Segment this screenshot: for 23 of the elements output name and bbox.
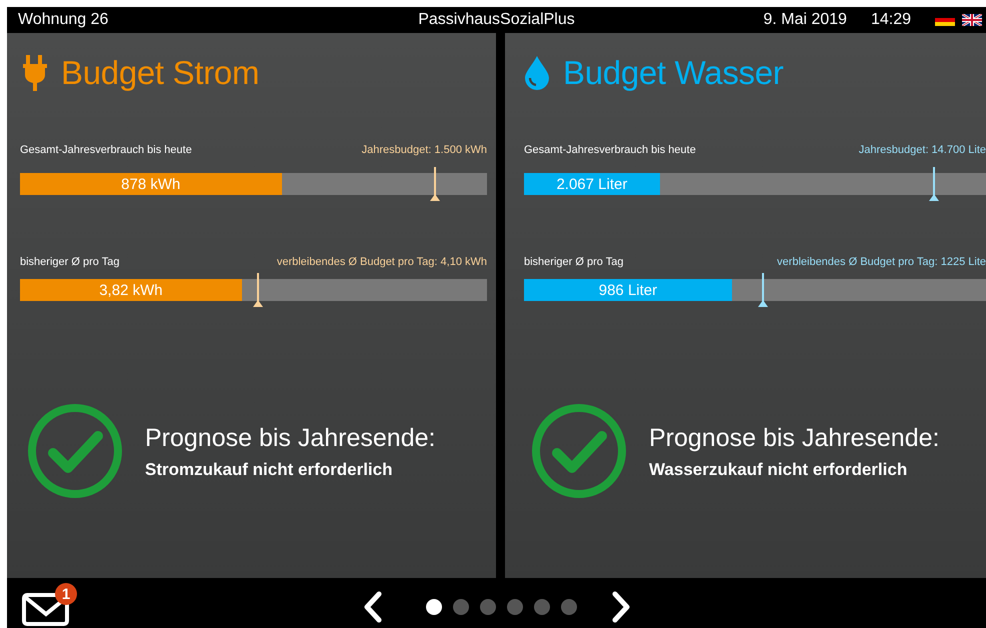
- forecast-heading: Prognose bis Jahresende:: [145, 422, 436, 452]
- meter-label: bisheriger Ø pro Tag: [20, 255, 120, 269]
- date-label: 9. Mai 2019: [763, 11, 847, 29]
- meter-value: 986 Liter: [598, 282, 658, 298]
- meter-value: 878 kWh: [121, 176, 180, 192]
- meter-label: bisheriger Ø pro Tag: [524, 255, 624, 269]
- panel-title: Budget Strom: [61, 54, 260, 92]
- meter-value: 2.067 Liter: [556, 176, 628, 192]
- budget-hint: verbleibendes Ø Budget pro Tag: 4,10 kWh: [276, 255, 487, 269]
- app-title: PassivhausSozialPlus: [418, 11, 575, 29]
- time-label: 14:29: [870, 11, 911, 29]
- forecast-result: Wasserzukauf nicht erforderlich: [649, 460, 908, 480]
- meter-value: 3,82 kWh: [99, 282, 163, 298]
- apartment-label: Wohnung 26: [18, 11, 108, 29]
- budget-hint: Jahresbudget: 14.700 Lite: [858, 143, 986, 157]
- forecast-heading: Prognose bis Jahresende:: [649, 422, 940, 452]
- meter-label: Gesamt-Jahresverbrauch bis heute: [524, 143, 696, 157]
- panel-title: Budget Wasser: [563, 54, 784, 92]
- meter-label: Gesamt-Jahresverbrauch bis heute: [20, 143, 192, 157]
- message-count-badge: 1: [55, 583, 77, 605]
- budget-hint: verbleibendes Ø Budget pro Tag: 1225 Lite: [777, 255, 986, 269]
- forecast-result: Stromzukauf nicht erforderlich: [145, 460, 394, 480]
- budget-hint: Jahresbudget: 1.500 kWh: [362, 143, 487, 157]
